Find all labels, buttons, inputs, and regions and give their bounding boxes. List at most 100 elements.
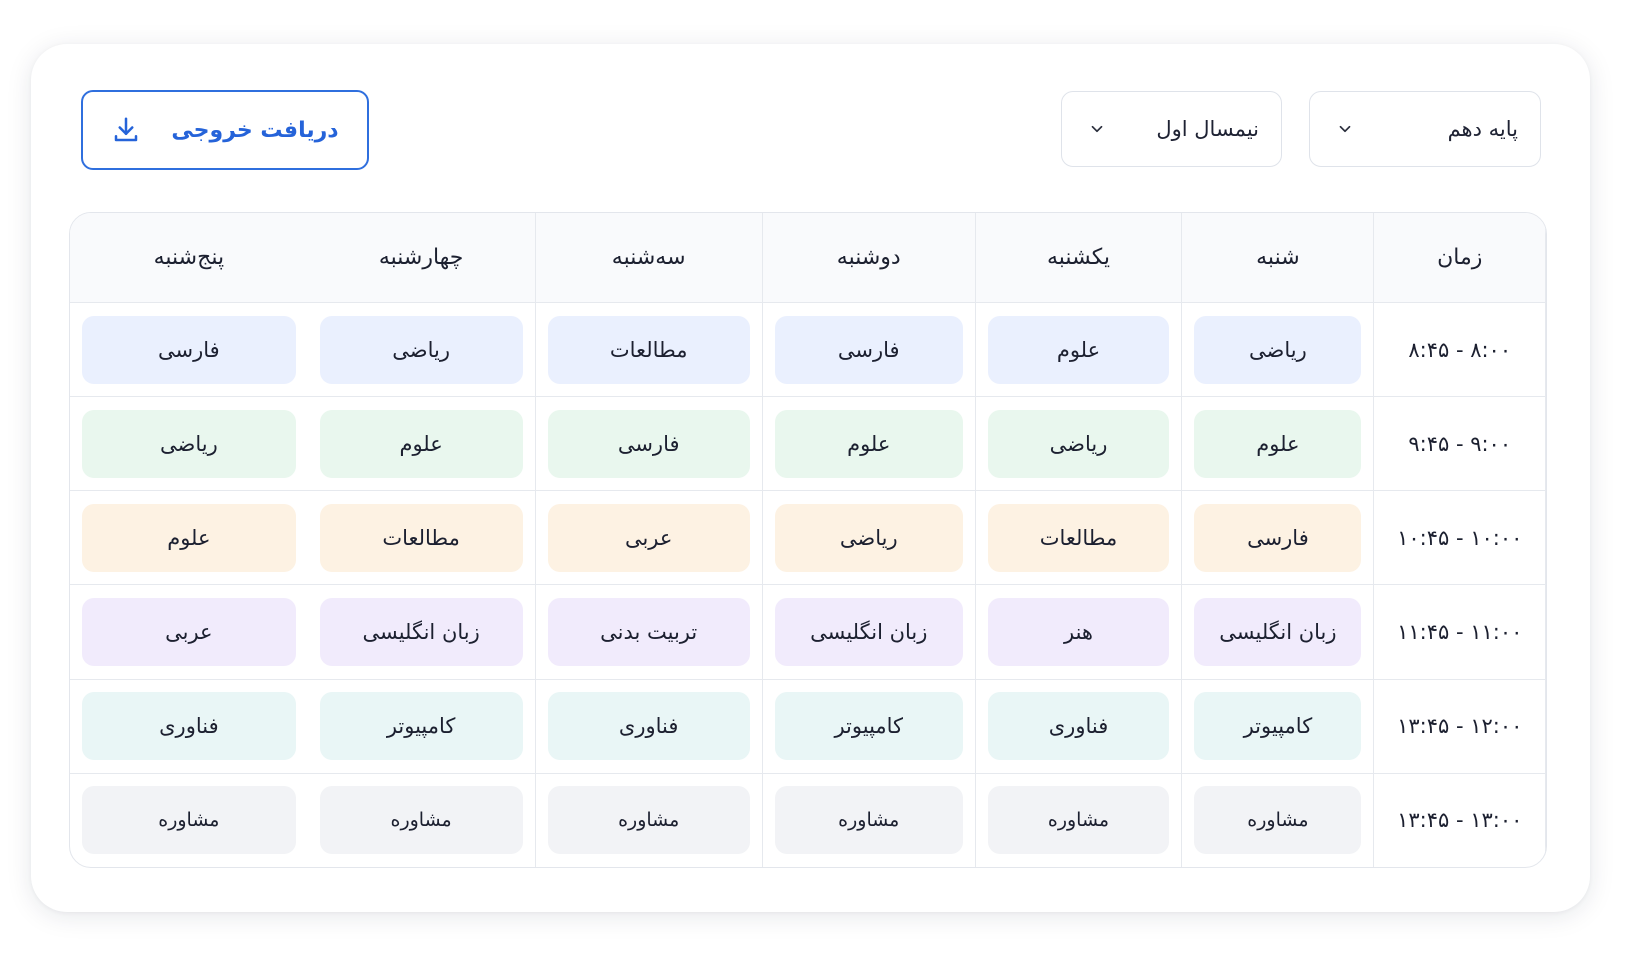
header-day: یکشنبه [975, 213, 1183, 303]
table-cell: علوم [1181, 396, 1375, 492]
schedule-card: دریافت خروجی نیمسال اول پایه دهم زمان شن… [31, 44, 1590, 912]
header-day: سه‌شنبه [535, 213, 763, 303]
table-cell: علوم [70, 490, 308, 586]
class-pill[interactable]: کامپیوتر [1194, 692, 1362, 761]
header-day: شنبه [1181, 213, 1375, 303]
class-pill[interactable]: علوم [82, 503, 296, 572]
table-row: ۱۲:۰۰ - ۱۳:۴۵ کامپیوتر فناوری کامپیوتر ف… [70, 679, 1546, 774]
class-pill[interactable]: کامپیوتر [774, 692, 963, 761]
class-pill[interactable]: عربی [547, 503, 750, 572]
class-pill[interactable]: علوم [987, 315, 1170, 384]
table-cell: فارسی [70, 302, 308, 398]
table-cell: ریاضی [762, 490, 976, 586]
schedule-table: زمان شنبه یکشنبه دوشنبه سه‌شنبه چهارشنبه… [70, 213, 1546, 867]
table-row: ۸:۰۰ - ۸:۴۵ ریاضی علوم فارسی مطالعات ریا… [70, 302, 1546, 398]
header-day: دوشنبه [762, 213, 976, 303]
table-cell: علوم [307, 396, 536, 492]
table-row: ۱۰:۰۰ - ۱۰:۴۵ فارسی مطالعات ریاضی عربی م… [70, 490, 1546, 586]
table-cell: ریاضی [70, 396, 308, 492]
export-button[interactable]: دریافت خروجی [81, 90, 369, 170]
table-cell: مشاوره [762, 773, 976, 867]
grade-select[interactable]: پایه دهم [1309, 91, 1541, 167]
table-cell: زبان انگلیسی [1181, 584, 1375, 680]
table-cell: فارسی [535, 396, 763, 492]
table-row: ۱۳:۰۰ - ۱۳:۴۵ مشاوره مشاوره مشاوره مشاور… [70, 773, 1546, 867]
table-row: ۱۱:۰۰ - ۱۱:۴۵ زبان انگلیسی هنر زبان انگل… [70, 584, 1546, 680]
table-cell: هنر [975, 584, 1183, 680]
class-pill[interactable]: فارسی [82, 315, 296, 384]
class-pill[interactable]: عربی [82, 598, 296, 667]
time-slot: ۱۲:۰۰ - ۱۳:۴۵ [1373, 679, 1546, 774]
table-row: ۹:۰۰ - ۹:۴۵ علوم ریاضی علوم فارسی علوم ر… [70, 396, 1546, 492]
class-pill[interactable]: مشاوره [987, 786, 1170, 855]
table-cell: مشاوره [70, 773, 308, 867]
class-pill[interactable]: مطالعات [547, 315, 750, 384]
chevron-down-icon [1336, 120, 1354, 138]
class-pill[interactable]: علوم [1194, 409, 1362, 478]
chevron-down-icon [1088, 120, 1106, 138]
class-pill[interactable]: فارسی [547, 409, 750, 478]
class-pill[interactable]: ریاضی [987, 409, 1170, 478]
class-pill[interactable]: مطالعات [319, 503, 523, 572]
schedule-table-container: زمان شنبه یکشنبه دوشنبه سه‌شنبه چهارشنبه… [69, 212, 1547, 868]
table-cell: فناوری [535, 679, 763, 774]
class-pill[interactable]: تربیت بدنی [547, 598, 750, 667]
class-pill[interactable]: ریاضی [1194, 315, 1362, 384]
class-pill[interactable]: فناوری [82, 692, 296, 761]
table-cell: کامپیوتر [762, 679, 976, 774]
table-cell: ریاضی [307, 302, 536, 398]
class-pill[interactable]: فناوری [547, 692, 750, 761]
semester-select-value: نیمسال اول [1156, 117, 1259, 141]
class-pill[interactable]: علوم [774, 409, 963, 478]
table-cell: مطالعات [307, 490, 536, 586]
class-pill[interactable]: هنر [987, 598, 1170, 667]
class-pill[interactable]: زبان انگلیسی [319, 598, 523, 667]
class-pill[interactable]: مشاوره [319, 786, 523, 855]
table-cell: کامپیوتر [307, 679, 536, 774]
grade-select-value: پایه دهم [1447, 117, 1518, 141]
class-pill[interactable]: زبان انگلیسی [1194, 598, 1362, 667]
class-pill[interactable]: مطالعات [987, 503, 1170, 572]
table-cell: تربیت بدنی [535, 584, 763, 680]
table-cell: مشاوره [307, 773, 536, 867]
table-cell: فارسی [762, 302, 976, 398]
table-cell: علوم [762, 396, 976, 492]
class-pill[interactable]: مشاوره [82, 786, 296, 855]
class-pill[interactable]: فارسی [774, 315, 963, 384]
table-cell: فناوری [70, 679, 308, 774]
header-day: پنج‌شنبه [70, 213, 308, 303]
table-cell: ریاضی [1181, 302, 1375, 398]
table-cell: زبان انگلیسی [762, 584, 976, 680]
table-header-row: زمان شنبه یکشنبه دوشنبه سه‌شنبه چهارشنبه… [70, 213, 1546, 303]
class-pill[interactable]: مشاوره [774, 786, 963, 855]
download-icon [111, 115, 141, 145]
table-cell: ریاضی [975, 396, 1183, 492]
class-pill[interactable]: علوم [319, 409, 523, 478]
class-pill[interactable]: زبان انگلیسی [774, 598, 963, 667]
semester-select[interactable]: نیمسال اول [1061, 91, 1282, 167]
class-pill[interactable]: ریاضی [774, 503, 963, 572]
table-cell: علوم [975, 302, 1183, 398]
header-day: چهارشنبه [307, 213, 536, 303]
class-pill[interactable]: کامپیوتر [319, 692, 523, 761]
class-pill[interactable]: ریاضی [319, 315, 523, 384]
time-slot: ۱۳:۰۰ - ۱۳:۴۵ [1373, 773, 1546, 867]
table-cell: زبان انگلیسی [307, 584, 536, 680]
class-pill[interactable]: مشاوره [547, 786, 750, 855]
header-time: زمان [1373, 213, 1546, 303]
table-cell: فارسی [1181, 490, 1375, 586]
table-cell: عربی [535, 490, 763, 586]
table-cell: مشاوره [1181, 773, 1375, 867]
time-slot: ۸:۰۰ - ۸:۴۵ [1373, 302, 1546, 398]
class-pill[interactable]: فناوری [987, 692, 1170, 761]
table-cell: کامپیوتر [1181, 679, 1375, 774]
class-pill[interactable]: مشاوره [1194, 786, 1362, 855]
class-pill[interactable]: فارسی [1194, 503, 1362, 572]
table-cell: عربی [70, 584, 308, 680]
time-slot: ۱۰:۰۰ - ۱۰:۴۵ [1373, 490, 1546, 586]
table-cell: فناوری [975, 679, 1183, 774]
table-cell: مطالعات [975, 490, 1183, 586]
time-slot: ۹:۰۰ - ۹:۴۵ [1373, 396, 1546, 492]
table-cell: مطالعات [535, 302, 763, 398]
class-pill[interactable]: ریاضی [82, 409, 296, 478]
